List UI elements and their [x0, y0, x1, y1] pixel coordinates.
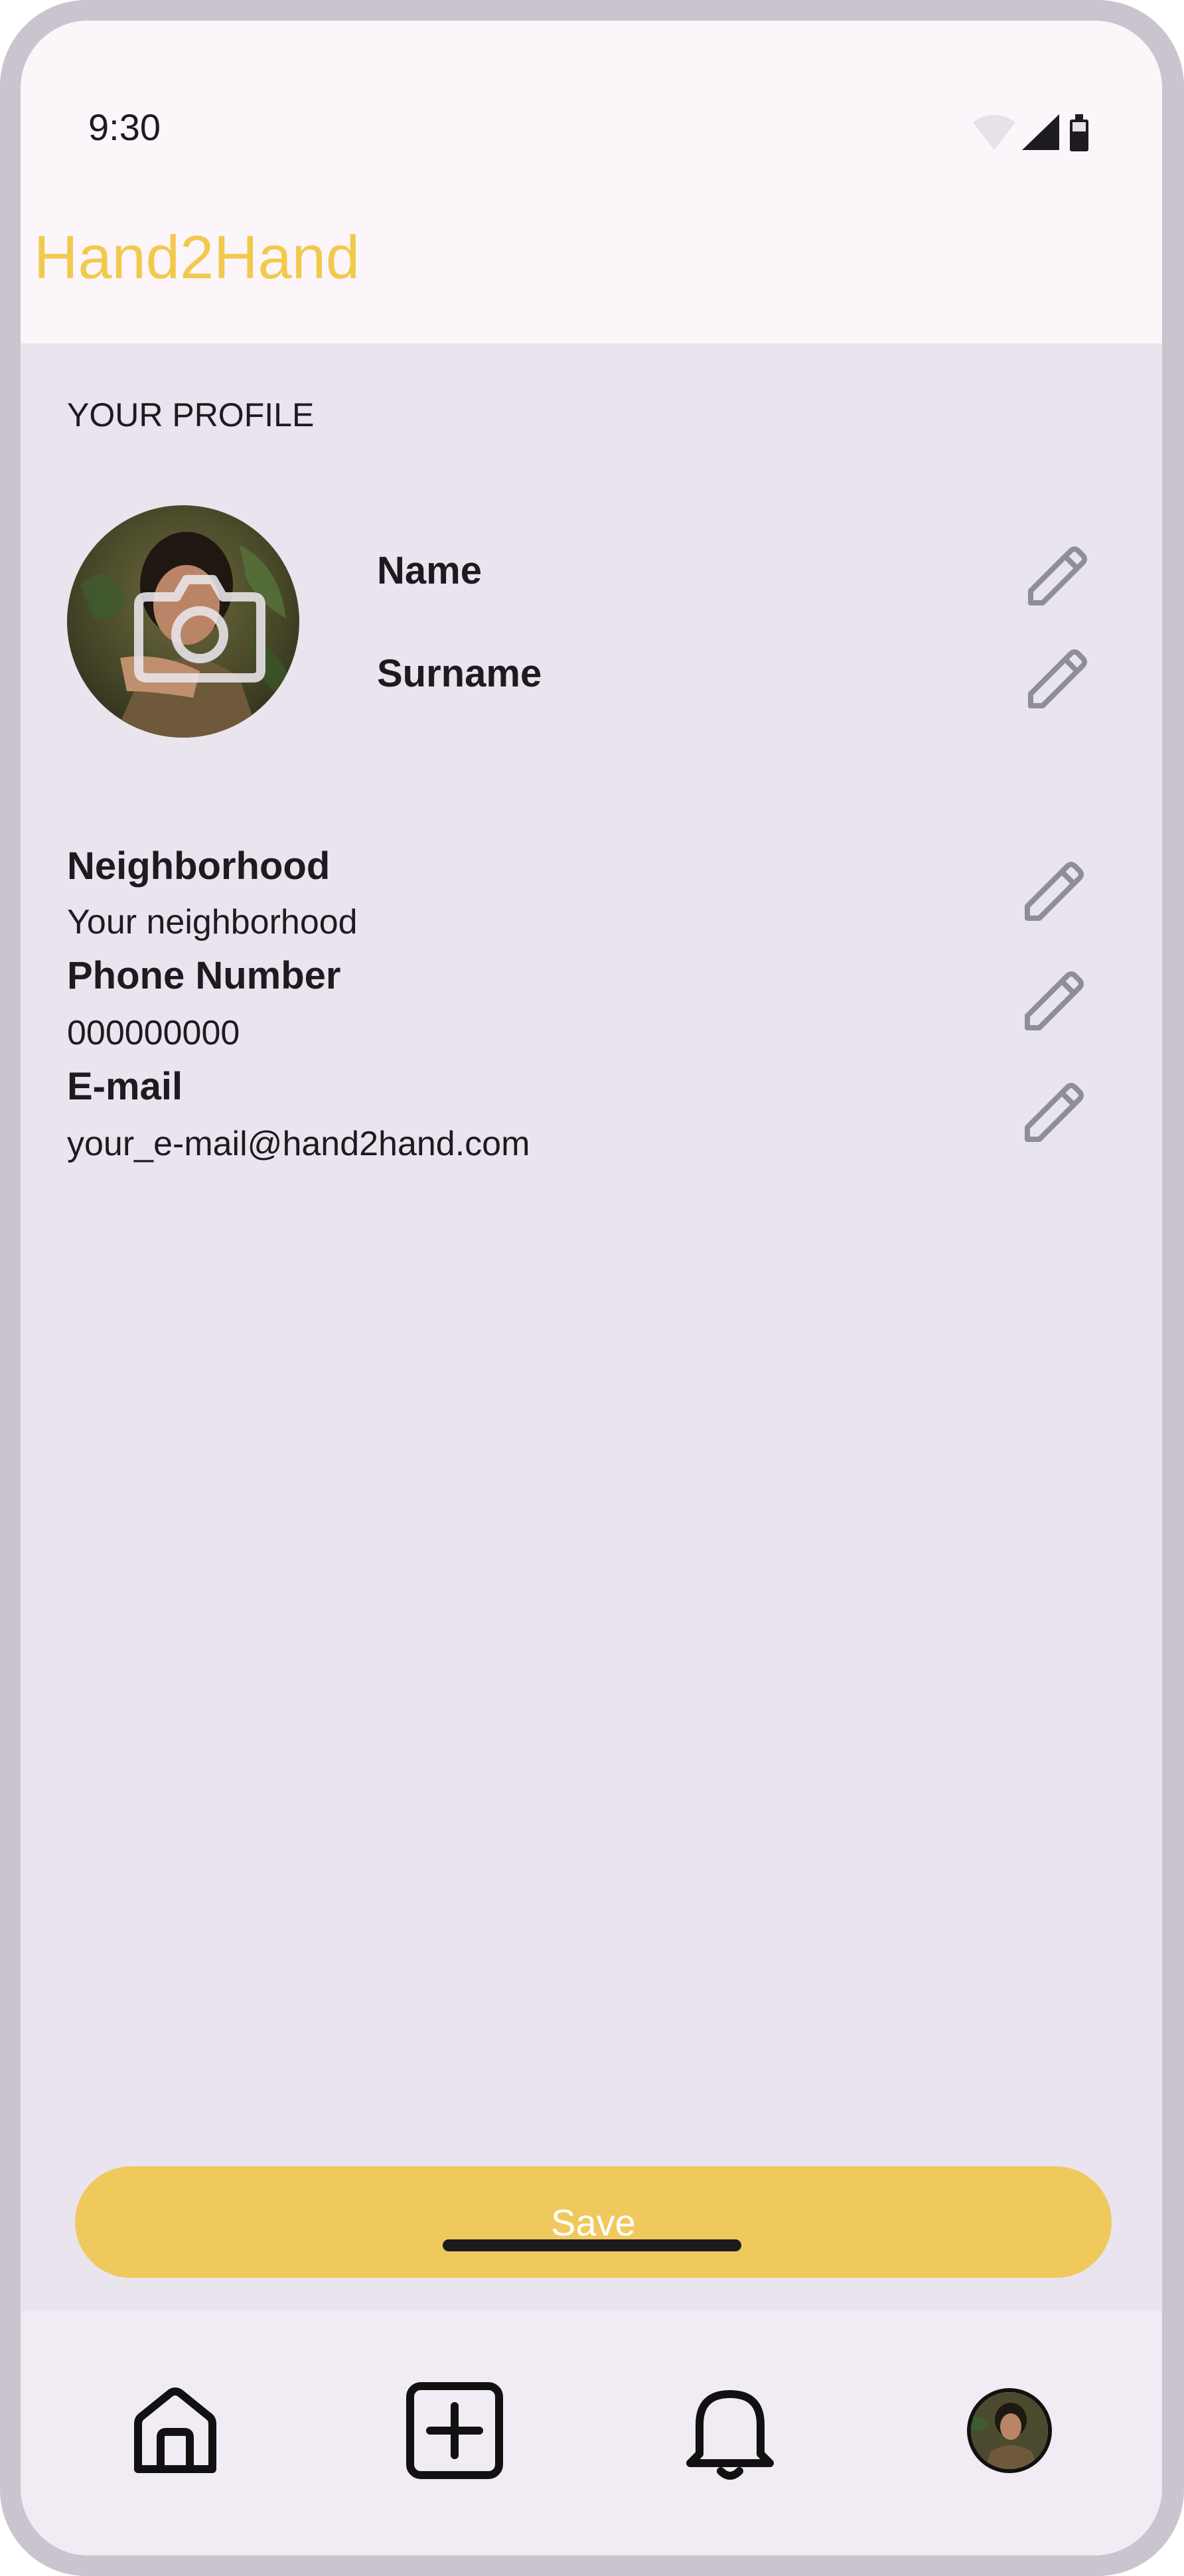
nav-profile[interactable]: [950, 2371, 1069, 2490]
camera-icon: [134, 575, 265, 683]
save-button[interactable]: Save: [75, 2166, 1112, 2278]
name-label: Name: [377, 549, 482, 592]
email-value: your_e-mail@hand2hand.com: [67, 1125, 530, 1163]
email-label: E-mail: [67, 1065, 183, 1108]
bottom-nav: [21, 2311, 1162, 2555]
nav-add[interactable]: [395, 2371, 514, 2490]
neighborhood-label: Neighborhood: [67, 845, 331, 888]
edit-email-button[interactable]: [1016, 1075, 1089, 1148]
pencil-icon: [1025, 1083, 1084, 1142]
pencil-icon: [1025, 971, 1084, 1030]
profile-photo-button[interactable]: [67, 505, 299, 738]
screen: 9:30 Hand2Hand YOUR PROFILE Name Surname…: [21, 21, 1162, 2555]
status-time: 9:30: [88, 106, 161, 148]
edit-surname-button[interactable]: [1019, 641, 1092, 714]
home-icon: [134, 2387, 216, 2473]
pencil-icon: [1028, 649, 1087, 708]
section-title: YOUR PROFILE: [67, 396, 315, 434]
nav-home[interactable]: [115, 2371, 235, 2490]
device-frame: 9:30 Hand2Hand YOUR PROFILE Name Surname…: [0, 0, 1184, 2576]
top-app-bar: 9:30 Hand2Hand: [21, 21, 1162, 343]
add-box-icon: [406, 2382, 503, 2479]
neighborhood-value: Your neighborhood: [67, 903, 358, 941]
edit-phone-button[interactable]: [1016, 963, 1089, 1036]
phone-label: Phone Number: [67, 954, 341, 997]
profile-avatar: [967, 2388, 1052, 2473]
status-icons: [966, 109, 1099, 155]
app-title: Hand2Hand: [34, 224, 360, 291]
pencil-icon: [1025, 862, 1084, 921]
bell-icon: [686, 2390, 774, 2480]
edit-neighborhood-button[interactable]: [1016, 854, 1089, 927]
phone-value: 000000000: [67, 1014, 240, 1052]
surname-label: Surname: [377, 652, 542, 695]
nav-notifications[interactable]: [670, 2371, 790, 2490]
home-indicator: [443, 2239, 741, 2251]
battery-icon: [1070, 114, 1088, 151]
signal-icon: [1022, 114, 1059, 150]
edit-name-button[interactable]: [1019, 538, 1092, 611]
wifi-icon: [973, 115, 1015, 150]
pencil-icon: [1028, 546, 1087, 605]
